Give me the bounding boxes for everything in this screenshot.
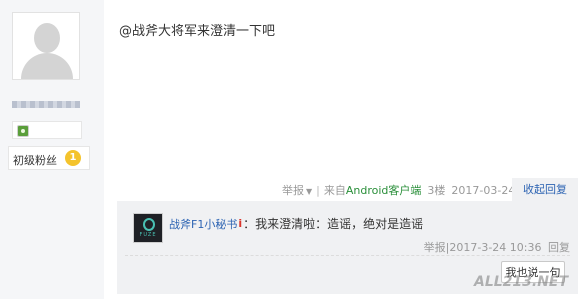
sub-reply-datetime: 2017-3-24 10:36 bbox=[449, 241, 542, 254]
green-badge-icon[interactable] bbox=[17, 125, 29, 137]
sub-reply-username[interactable]: 战斧F1小秘书 bbox=[169, 216, 237, 232]
sub-reply-meta: 举报|2017-3-24 10:36 回复 bbox=[424, 239, 570, 255]
avatar-placeholder-head bbox=[34, 23, 60, 53]
sub-report-link[interactable]: 举报 bbox=[424, 241, 446, 254]
fan-level-label: 初级粉丝 bbox=[13, 154, 57, 167]
sub-reply-avatar[interactable]: FUZE bbox=[133, 213, 163, 243]
sub-reply-button[interactable]: 回复 bbox=[548, 241, 570, 254]
avatar[interactable] bbox=[12, 12, 80, 80]
user-sidebar: 初级粉丝 1 bbox=[0, 0, 104, 299]
meta-separator: | bbox=[316, 183, 320, 197]
floor-number: 3楼 bbox=[427, 184, 446, 197]
post-content: @战斧大将军来澄清一下吧 bbox=[119, 24, 276, 39]
source-client-link[interactable]: Android客户端 bbox=[346, 182, 422, 198]
fan-level-badge: 1 bbox=[65, 150, 81, 166]
post-meta: 举报 ▼ | 来自 Android客户端 3楼 2017-03-24 01:31 bbox=[282, 182, 551, 198]
fan-level-box[interactable]: 初级粉丝 1 bbox=[8, 146, 90, 170]
sub-reply-item: FUZE 战斧F1小秘书 i ：我来澄清啦：造谣，绝对是造谣 举报|2017-3… bbox=[125, 207, 570, 256]
exclamation-icon[interactable]: i bbox=[238, 217, 242, 230]
source-prefix: 来自 bbox=[323, 184, 346, 197]
fuze-logo-icon bbox=[143, 218, 155, 231]
sub-reply-line: 战斧F1小秘书 i ：我来澄清啦：造谣，绝对是造谣 bbox=[169, 215, 423, 232]
caret-down-icon: ▼ bbox=[306, 187, 313, 196]
site-watermark: ALL213.NET bbox=[474, 274, 569, 290]
avatar-brand-text: FUZE bbox=[139, 232, 157, 238]
username-masked[interactable] bbox=[12, 101, 80, 108]
report-link[interactable]: 举报 ▼ bbox=[282, 182, 312, 198]
badge-bar bbox=[12, 121, 82, 139]
sub-reply-content: ：我来澄清啦：造谣，绝对是造谣 bbox=[243, 217, 424, 231]
avatar-placeholder-body bbox=[21, 53, 73, 79]
collapse-replies-button[interactable]: 收起回复 bbox=[512, 178, 578, 202]
